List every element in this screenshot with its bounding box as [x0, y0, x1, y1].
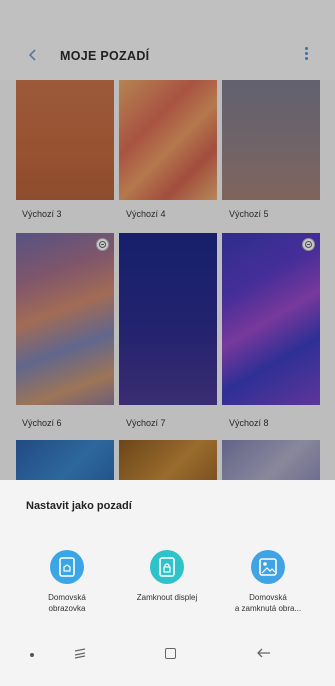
home-icon[interactable]	[165, 648, 176, 659]
app-header: MOJE POZADÍ	[0, 0, 335, 80]
wallpaper-tile[interactable]	[16, 440, 114, 480]
wallpaper-label: Výchozí 4	[126, 209, 166, 219]
back-nav-icon[interactable]	[256, 646, 272, 660]
option-label: a zamknutá obra...	[234, 604, 302, 613]
option-label: obrazovka	[48, 604, 86, 613]
wallpaper-label: Výchozí 7	[126, 418, 166, 428]
wallpaper-tile[interactable]	[222, 440, 320, 480]
recent-apps-icon[interactable]	[72, 646, 88, 660]
option-lock-screen[interactable]: Zamknout displej	[112, 550, 222, 603]
wallpaper-tile[interactable]	[222, 80, 320, 200]
wallpaper-tile[interactable]	[16, 233, 114, 405]
option-label: Zamknout displej	[136, 593, 198, 602]
back-icon[interactable]	[26, 48, 40, 62]
option-home-and-lock-screen[interactable]: Domovská a zamknutá obra...	[213, 550, 323, 614]
option-label: Domovská	[249, 593, 287, 602]
home-and-lock-icon	[251, 550, 285, 584]
nav-indicator-icon	[30, 653, 34, 657]
wallpaper-label: Výchozí 3	[22, 209, 62, 219]
option-home-screen[interactable]: Domovská obrazovka	[12, 550, 122, 614]
wallpaper-tile[interactable]	[119, 440, 217, 480]
wallpaper-tile[interactable]	[119, 233, 217, 405]
motion-badge-icon	[96, 238, 109, 251]
wallpaper-tile[interactable]	[16, 80, 114, 200]
home-screen-icon	[50, 550, 84, 584]
more-options-icon[interactable]	[303, 45, 309, 65]
lock-screen-icon	[150, 550, 184, 584]
wallpaper-tile[interactable]	[119, 80, 217, 200]
wallpaper-label: Výchozí 6	[22, 418, 62, 428]
wallpaper-tile[interactable]	[222, 233, 320, 405]
wallpaper-label: Výchozí 8	[229, 418, 269, 428]
set-wallpaper-sheet: Nastavit jako pozadí Domovská obrazovka	[0, 480, 335, 686]
wallpaper-screen: MOJE POZADÍ Výchozí 3 Výchozí 4 Výchozí …	[0, 0, 335, 686]
wallpaper-label: Výchozí 5	[229, 209, 269, 219]
navigation-bar	[0, 626, 335, 686]
page-title: MOJE POZADÍ	[60, 49, 150, 63]
option-label: Domovská	[48, 593, 86, 602]
sheet-title: Nastavit jako pozadí	[26, 500, 132, 512]
motion-badge-icon	[302, 238, 315, 251]
